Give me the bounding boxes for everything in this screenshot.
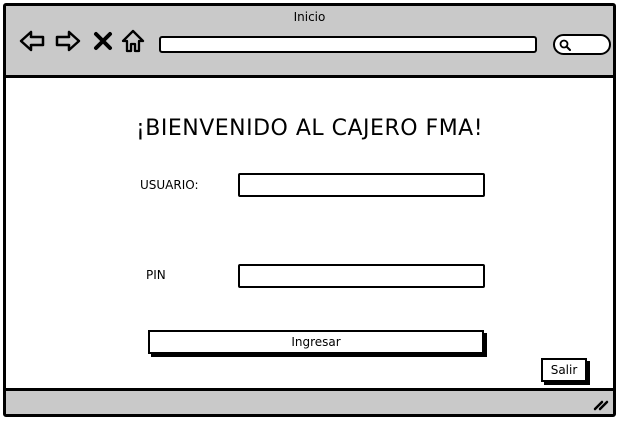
resize-grip-icon[interactable] [593,397,609,411]
user-input[interactable] [238,173,485,197]
search-icon [559,39,571,51]
home-icon[interactable] [120,28,146,54]
exit-button[interactable]: Salir [541,358,587,382]
address-bar[interactable] [159,36,537,53]
forward-arrow-icon[interactable] [54,28,82,54]
pin-input[interactable] [238,264,485,288]
back-arrow-icon[interactable] [18,28,46,54]
window-title: Inicio [293,10,326,24]
submit-button[interactable]: Ingresar [148,330,484,354]
pin-label: PIN [146,268,166,282]
user-label: USUARIO: [140,178,199,192]
browser-toolbar: Inicio [6,6,613,78]
close-x-icon[interactable] [92,28,114,54]
page-content: ¡BIENVENIDO AL CAJERO FMA! USUARIO: PIN … [6,78,613,394]
search-box[interactable] [553,34,611,55]
status-bar [6,388,613,414]
browser-window: Inicio ¡BIENVENIDO AL CAJERO FMA! USUARI… [3,3,616,417]
page-title: ¡BIENVENIDO AL CAJERO FMA! [135,116,484,141]
